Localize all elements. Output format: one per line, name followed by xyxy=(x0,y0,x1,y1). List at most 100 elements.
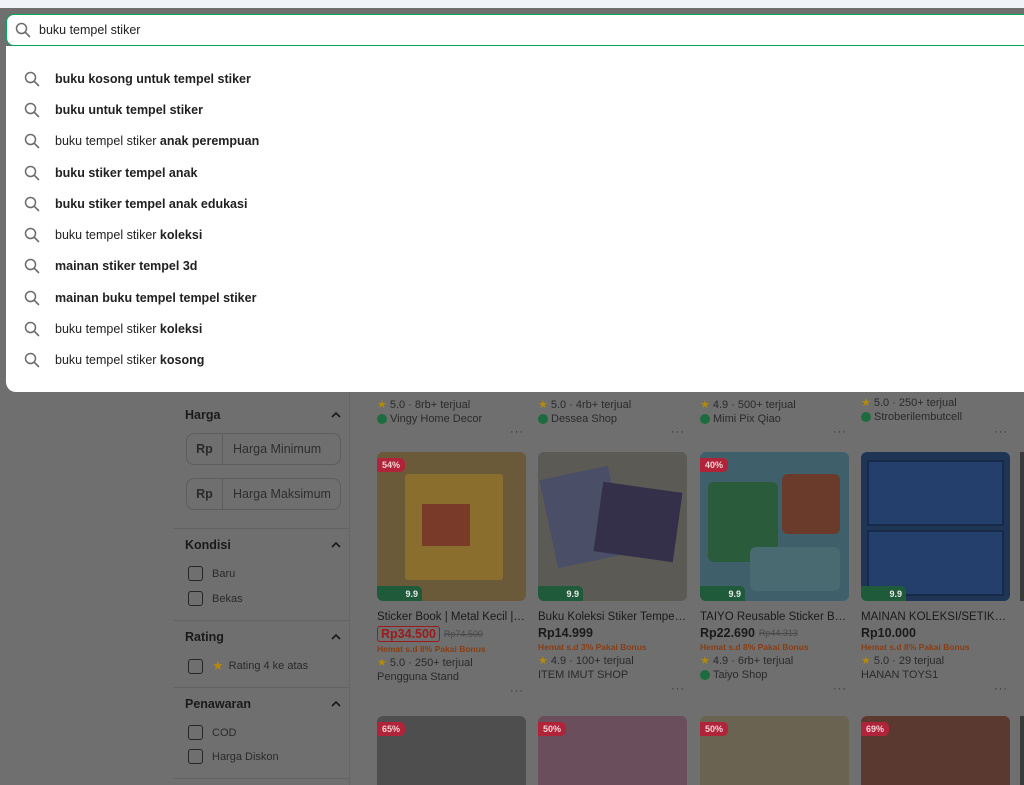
product-shop: Taiyo Shop xyxy=(700,669,849,681)
promo-badge: 9.9 xyxy=(700,586,745,601)
search-input[interactable] xyxy=(39,23,639,37)
discount-badge: 54% xyxy=(377,458,406,472)
product-image[interactable]: 50% xyxy=(700,716,849,785)
product-rating: ★ 5.0 · 29 terjual xyxy=(861,654,945,668)
product-shop: ITEM IMUT SHOP xyxy=(538,669,629,681)
divider xyxy=(174,620,350,621)
product-title[interactable]: MAINAN KOLEKSI/SETIKER ... xyxy=(861,611,1010,623)
chevron-up-icon[interactable] xyxy=(331,410,341,420)
product-shop: HANAN TOYS1 xyxy=(861,669,939,681)
product-card[interactable]: 50% xyxy=(538,716,687,785)
chevron-up-icon[interactable] xyxy=(331,540,341,550)
product-title[interactable]: Buku Koleksi Stiker Tempel ... xyxy=(538,611,687,623)
search-suggestion-item[interactable]: buku tempel stiker anak perempuan xyxy=(6,126,1024,157)
checkbox-rating-4[interactable]: ★ Rating 4 ke atas xyxy=(188,658,308,674)
suggestion-text: buku untuk tempel stiker xyxy=(55,102,203,117)
price-min-field[interactable]: Rp Harga Minimum xyxy=(186,433,341,465)
product-image[interactable]: 69% xyxy=(861,716,1010,785)
product-card[interactable]: 54% 9.9 Sticker Book | Metal Kecil | ...… xyxy=(377,452,526,697)
product-card-top-1[interactable]: ★ 5.0 · 8rb+ terjual Vingy Home Decor ··· xyxy=(377,396,526,438)
checkbox-box[interactable] xyxy=(188,658,203,674)
product-image[interactable]: 9.9 xyxy=(861,452,1010,601)
price-max-field[interactable]: Rp Harga Maksimum xyxy=(186,478,341,510)
product-card[interactable]: 9.9 Buku Koleksi Stiker Tempel ... Rp14.… xyxy=(538,452,687,695)
product-title[interactable]: Sticker Book | Metal Kecil | ... xyxy=(377,611,526,623)
product-card[interactable]: 65% xyxy=(377,716,526,785)
star-icon: ★ xyxy=(212,658,224,673)
product-rating: ★ 5.0 · 8rb+ terjual xyxy=(377,398,471,412)
search-suggestion-item[interactable]: buku tempel stiker kosong xyxy=(6,345,1024,376)
product-price: Rp22.690 Rp44.313 xyxy=(700,626,798,640)
checkbox-baru[interactable]: Baru xyxy=(188,566,235,581)
old-price: Rp74.500 xyxy=(443,629,483,639)
product-image[interactable]: 65% xyxy=(377,716,526,785)
search-suggestion-item[interactable]: buku kosong untuk tempel stiker xyxy=(6,63,1024,94)
product-title[interactable]: TAIYO Reusable Sticker Book... xyxy=(700,611,849,623)
product-image[interactable]: 54% 9.9 xyxy=(377,452,526,601)
product-card[interactable]: 50% xyxy=(700,716,849,785)
more-options-icon[interactable]: ··· xyxy=(833,426,847,438)
product-card[interactable]: 69% xyxy=(861,716,1010,785)
more-options-icon[interactable]: ··· xyxy=(994,683,1008,695)
checkbox-cod[interactable]: COD xyxy=(188,725,236,740)
product-card-top-2[interactable]: ★ 5.0 · 4rb+ terjual Dessea Shop ··· xyxy=(538,396,687,438)
search-suggestion-item[interactable]: mainan stiker tempel 3d xyxy=(6,251,1024,282)
product-rating: ★ 4.9 · 6rb+ terjual xyxy=(700,654,794,668)
star-icon: ★ xyxy=(538,399,548,411)
promo-badge: 9.9 xyxy=(861,586,906,601)
product-image-shape xyxy=(750,547,840,591)
filter-kondisi-title[interactable]: Kondisi xyxy=(185,538,231,552)
more-options-icon[interactable]: ··· xyxy=(510,685,524,697)
checkbox-box[interactable] xyxy=(188,591,203,606)
more-options-icon[interactable]: ··· xyxy=(994,426,1008,438)
checkbox-label: Rating 4 ke atas xyxy=(228,660,309,672)
product-image[interactable]: 40% 9.9 xyxy=(700,452,849,601)
product-image[interactable]: 9.9 xyxy=(538,452,687,601)
price-max-placeholder: Harga Maksimum xyxy=(233,487,331,501)
checkbox-box[interactable] xyxy=(188,749,203,764)
search-icon xyxy=(24,290,40,306)
search-icon xyxy=(24,165,40,181)
product-card-top-4[interactable]: ★ 5.0 · 250+ terjual Stroberilembutcell ·… xyxy=(861,394,1010,438)
more-options-icon[interactable]: ··· xyxy=(671,683,685,695)
checkbox-harga-diskon[interactable]: Harga Diskon xyxy=(188,749,279,764)
shop-badge-icon xyxy=(700,414,710,424)
more-options-icon[interactable]: ··· xyxy=(671,426,685,438)
search-suggestion-item[interactable]: buku tempel stiker koleksi xyxy=(6,313,1024,344)
star-icon: ★ xyxy=(861,397,871,409)
product-card-top-3[interactable]: ★ 4.9 · 500+ terjual Mimi Pix Qiao ··· xyxy=(700,396,849,438)
search-suggestion-item[interactable]: buku untuk tempel stiker xyxy=(6,94,1024,125)
checkbox-box[interactable] xyxy=(188,725,203,740)
more-options-icon[interactable]: ··· xyxy=(833,683,847,695)
checkbox-bekas[interactable]: Bekas xyxy=(188,591,243,606)
product-shop: Vingy Home Decor xyxy=(377,413,526,425)
filter-harga-title[interactable]: Harga xyxy=(185,408,220,422)
search-icon xyxy=(24,196,40,212)
product-rating: ★ 5.0 · 250+ terjual xyxy=(377,656,473,670)
checkbox-label: COD xyxy=(212,726,237,739)
checkbox-box[interactable] xyxy=(188,566,203,581)
more-options-icon[interactable]: ··· xyxy=(510,426,524,438)
checkbox-label: Harga Diskon xyxy=(212,750,279,763)
product-shop: Stroberilembutcell xyxy=(861,411,1010,423)
product-price: Rp14.999 xyxy=(538,626,593,640)
search-suggestion-item[interactable]: buku stiker tempel anak xyxy=(6,157,1024,188)
product-card[interactable]: 9.9 MAINAN KOLEKSI/SETIKER ... Rp10.000 … xyxy=(861,452,1010,695)
discount-badge: 50% xyxy=(538,722,567,736)
chevron-up-icon[interactable] xyxy=(331,632,341,642)
suggestion-text: buku kosong untuk tempel stiker xyxy=(55,71,251,86)
search-suggestion-item[interactable]: buku stiker tempel anak edukasi xyxy=(6,188,1024,219)
suggestion-text: mainan stiker tempel 3d xyxy=(55,259,198,274)
search-suggestion-item[interactable]: mainan buku tempel tempel stiker xyxy=(6,282,1024,313)
search-icon xyxy=(24,102,40,118)
search-suggestion-item[interactable]: buku tempel stiker koleksi xyxy=(6,219,1024,250)
product-card[interactable]: 40% 9.9 TAIYO Reusable Sticker Book... R… xyxy=(700,452,849,695)
shop-badge-icon xyxy=(377,414,387,424)
filter-rating-title[interactable]: Rating xyxy=(185,630,224,644)
checkbox-label: Baru xyxy=(212,567,236,580)
old-price: Rp44.313 xyxy=(758,628,798,638)
filter-penawaran-title[interactable]: Penawaran xyxy=(185,697,251,711)
chevron-up-icon[interactable] xyxy=(331,699,341,709)
search-bar[interactable] xyxy=(6,14,1024,46)
product-image[interactable]: 50% xyxy=(538,716,687,785)
